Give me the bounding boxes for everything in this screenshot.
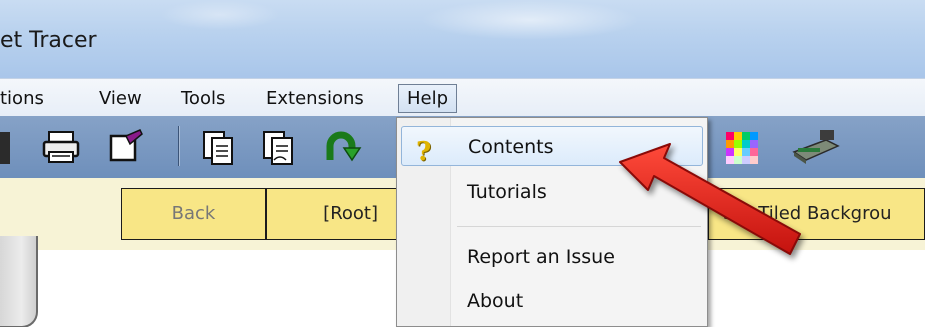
edit-icon[interactable] — [104, 126, 146, 168]
set-tiled-background-button[interactable]: Set Tiled Backgrou — [708, 188, 925, 240]
menu-tools[interactable]: Tools — [181, 88, 225, 109]
toolbar-separator — [178, 126, 180, 166]
menu-item-about[interactable]: About — [401, 281, 703, 321]
menu-item-report-issue[interactable]: Report an Issue — [401, 237, 703, 277]
menu-view[interactable]: View — [99, 88, 142, 109]
palette-icon[interactable] — [722, 126, 764, 168]
menu-help[interactable]: Help — [398, 84, 458, 113]
root-button[interactable]: [Root] — [266, 188, 396, 240]
print-icon[interactable] — [40, 126, 82, 168]
menu-options[interactable]: tions — [0, 88, 44, 109]
title-bar-glow — [420, 0, 640, 40]
menu-item-tutorials-label: Tutorials — [467, 181, 547, 203]
menu-bar: tions View Tools Extensions Help — [0, 78, 925, 116]
menu-item-report-issue-label: Report an Issue — [467, 246, 615, 268]
device-icon[interactable] — [790, 126, 840, 168]
back-button[interactable]: Back — [121, 188, 266, 240]
window-title: et Tracer — [0, 28, 97, 53]
menu-separator — [457, 226, 701, 227]
menu-item-about-label: About — [467, 290, 524, 312]
copy-icon[interactable] — [198, 126, 240, 168]
paste-icon[interactable] — [258, 126, 300, 168]
help-menu-dropdown: ? Contents Tutorials Report an Issue Abo… — [396, 117, 708, 327]
menu-item-contents[interactable]: ? Contents — [401, 126, 703, 167]
side-panel-tab[interactable] — [0, 236, 38, 327]
title-bar-glow — [160, 0, 280, 30]
help-question-icon: ? — [416, 137, 432, 167]
menu-item-tutorials[interactable]: Tutorials — [401, 172, 703, 212]
menu-extensions[interactable]: Extensions — [266, 88, 364, 109]
undo-icon[interactable] — [320, 126, 362, 168]
save-icon[interactable] — [0, 126, 14, 168]
title-bar: et Tracer — [0, 0, 925, 78]
menu-item-contents-label: Contents — [468, 136, 554, 158]
